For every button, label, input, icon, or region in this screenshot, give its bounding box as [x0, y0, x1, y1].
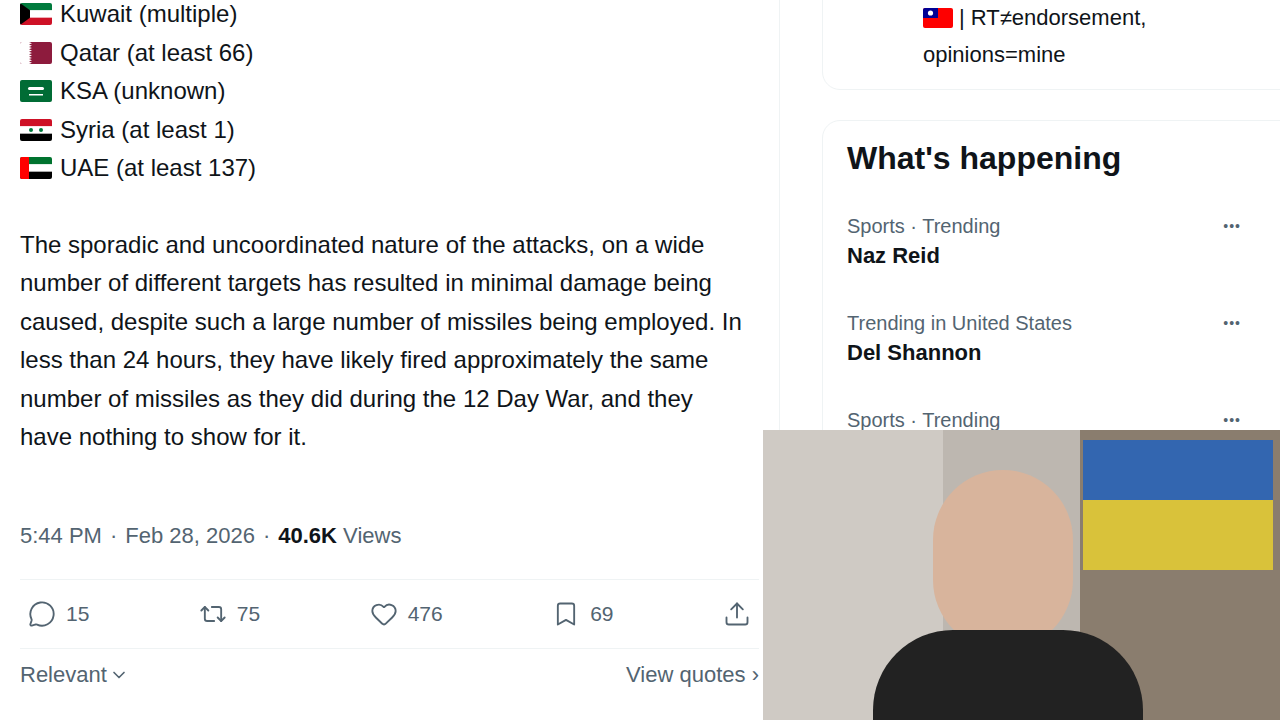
taiwan-flag-icon [923, 8, 953, 28]
webcam-video [763, 430, 1280, 720]
chevron-down-icon [109, 665, 129, 685]
qatar-flag-icon [20, 42, 52, 64]
flag-row: Kuwait (multiple) [20, 0, 779, 34]
view-quotes-link[interactable]: View quotes › [626, 658, 759, 691]
flag-row: Qatar (at least 66) [20, 34, 779, 73]
post-meta: 5:44 PM·Feb 28, 2026·40.6K Views [0, 521, 779, 551]
flag-row: KSA (unknown) [20, 72, 779, 111]
trend-item[interactable]: Sports · TrendingNaz Reid••• [823, 198, 1280, 295]
share-icon [723, 600, 751, 628]
profile-card: | RT≠endorsement,opinions=mine [822, 0, 1280, 90]
syria-flag-icon [20, 119, 52, 141]
kuwait-flag-icon [20, 3, 52, 25]
more-button[interactable]: ••• [1223, 212, 1241, 272]
post-time[interactable]: 5:44 PM [20, 521, 102, 551]
reply-button[interactable]: 15 [20, 598, 97, 630]
reply-icon [28, 600, 56, 628]
trends-title: What's happening [823, 121, 1280, 198]
flag-list: Kuwait (multiple)Qatar (at least 66)KSA … [0, 0, 779, 188]
heart-icon [370, 600, 398, 628]
action-bar: 15 75 476 69 [20, 579, 759, 649]
page: Kuwait (multiple)Qatar (at least 66)KSA … [0, 0, 1280, 720]
post-body: The sporadic and uncoordinated nature of… [0, 226, 745, 457]
reply-controls: Relevant View quotes › [20, 657, 759, 693]
sort-button[interactable]: Relevant [20, 658, 129, 691]
repost-icon [199, 600, 227, 628]
repost-button[interactable]: 75 [191, 598, 268, 630]
flag-row: Syria (at least 1) [20, 111, 779, 150]
ksa-flag-icon [20, 80, 52, 102]
bookmark-icon [552, 600, 580, 628]
more-button[interactable]: ••• [1223, 309, 1241, 369]
trend-item[interactable]: Trending in United StatesDel Shannon••• [823, 295, 1280, 392]
post-date[interactable]: Feb 28, 2026 [125, 521, 255, 551]
like-button[interactable]: 476 [362, 598, 451, 630]
post-column: Kuwait (multiple)Qatar (at least 66)KSA … [0, 0, 780, 720]
uae-flag-icon [20, 157, 52, 179]
share-button[interactable] [715, 600, 759, 628]
flag-row: UAE (at least 137) [20, 149, 779, 188]
bookmark-button[interactable]: 69 [544, 598, 621, 630]
